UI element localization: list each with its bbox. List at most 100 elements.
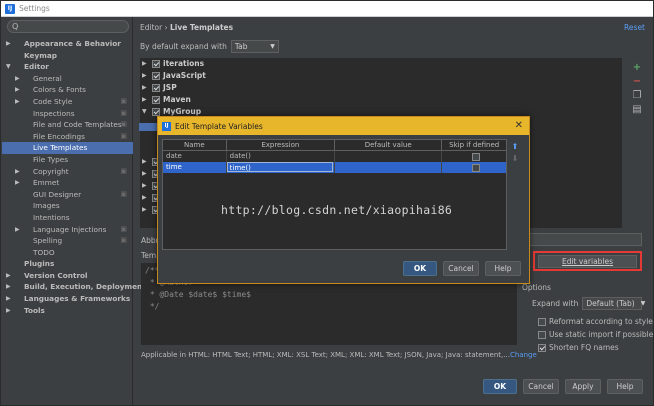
sidebar-item[interactable]: ▶ Appearance & Behavior (2, 38, 133, 50)
change-link[interactable]: Change (510, 351, 537, 359)
edit-variables-button[interactable]: Edit variables (538, 254, 637, 268)
reformat-checkbox[interactable] (538, 317, 546, 326)
group-enabled-checkbox[interactable] (152, 72, 160, 80)
skip-checkbox[interactable] (471, 152, 480, 161)
static-import-checkbox[interactable] (538, 330, 546, 339)
sidebar-item[interactable]: Inspections ▣ (2, 108, 133, 120)
restore-icon[interactable]: ▤ (630, 104, 644, 118)
sidebar-item[interactable]: ▶ Code Style ▣ (2, 96, 133, 108)
dialog-ok-button[interactable]: OK (403, 261, 437, 276)
table-row[interactable]: time time() (163, 162, 506, 173)
default-value-cell[interactable] (335, 151, 443, 162)
group-enabled-checkbox[interactable] (152, 108, 160, 116)
expression-input[interactable]: time() (226, 162, 333, 172)
chevron-right-icon[interactable]: ▶ (142, 192, 152, 204)
copy-icon[interactable]: ❐ (630, 90, 644, 104)
chevron-right-icon[interactable]: ▶ (142, 70, 152, 82)
sidebar-item[interactable]: Spelling ▣ (2, 235, 133, 247)
template-group-item[interactable]: ▶ iterations (140, 58, 622, 70)
expression-cell[interactable]: time() (226, 162, 335, 173)
chevron-right-icon[interactable]: ▶ (15, 73, 20, 85)
chevron-right-icon[interactable]: ▶ (142, 82, 152, 94)
skip-checkbox[interactable] (471, 163, 480, 172)
chevron-down-icon[interactable]: ▼ (6, 61, 11, 73)
chevron-right-icon[interactable]: ▶ (15, 177, 20, 189)
help-button[interactable]: Help (607, 379, 643, 394)
move-up-icon[interactable]: ⬆ (509, 142, 521, 151)
settings-window: IJ Settings Q ▶ Appearance & Behavior Keym… (0, 0, 654, 406)
sidebar-item[interactable]: Plugins (2, 258, 133, 270)
sidebar-item[interactable]: ▶ Colors & Fonts (2, 84, 133, 96)
project-config-icon: ▣ (120, 236, 127, 245)
table-row[interactable]: date date() (163, 151, 506, 162)
expression-cell[interactable]: date() (227, 151, 335, 162)
chevron-right-icon[interactable]: ▶ (142, 58, 152, 70)
column-header-name[interactable]: Name (163, 140, 227, 151)
chevron-right-icon[interactable]: ▶ (6, 305, 11, 317)
reset-link[interactable]: Reset (624, 23, 645, 32)
sidebar-item[interactable]: File Types (2, 154, 133, 166)
sidebar-item[interactable]: Intentions (2, 212, 133, 224)
sidebar-item[interactable]: ▶ Emmet (2, 177, 133, 189)
sidebar-item[interactable]: Images (2, 200, 133, 212)
sidebar-item[interactable]: ▶ Build, Execution, Deployment (2, 281, 146, 293)
chevron-right-icon[interactable]: ▶ (142, 156, 152, 168)
sidebar-item-label: Plugins (24, 259, 55, 269)
move-down-icon[interactable]: ⬇ (509, 154, 521, 163)
sidebar-item[interactable]: ▶ Tools (2, 305, 133, 317)
chevron-right-icon[interactable]: ▶ (6, 38, 11, 50)
group-enabled-checkbox[interactable] (152, 60, 160, 68)
chevron-right-icon[interactable]: ▶ (15, 224, 20, 236)
chevron-down-icon[interactable]: ▼ (142, 106, 152, 118)
project-config-icon: ▣ (120, 166, 127, 175)
sidebar-item[interactable]: File Encodings ▣ (2, 131, 133, 143)
cancel-button[interactable]: Cancel (523, 379, 559, 394)
variable-name-cell[interactable]: time (163, 162, 227, 173)
apply-button[interactable]: Apply (565, 379, 601, 394)
search-input[interactable]: Q (7, 20, 129, 33)
group-enabled-checkbox[interactable] (152, 84, 160, 92)
chevron-right-icon[interactable]: ▶ (15, 96, 20, 108)
sidebar-item[interactable]: ▶ Language Injections ▣ (2, 224, 133, 236)
options-expand-combo[interactable]: Default (Tab) ▼ (582, 297, 645, 310)
default-value-cell[interactable] (335, 162, 443, 173)
expand-combo[interactable]: Tab ▼ (230, 40, 279, 53)
sidebar-item[interactable]: Live Templates (2, 142, 133, 154)
plus-icon[interactable]: + (630, 62, 644, 76)
sidebar-item-label: TODO (33, 247, 55, 257)
variable-name-cell[interactable]: date (163, 151, 227, 162)
chevron-right-icon[interactable]: ▶ (142, 168, 152, 180)
sidebar-item[interactable]: ▶ Copyright ▣ (2, 166, 133, 178)
group-enabled-checkbox[interactable] (152, 96, 160, 104)
close-icon[interactable]: ✕ (515, 120, 523, 131)
chevron-right-icon[interactable]: ▶ (142, 180, 152, 192)
chevron-right-icon[interactable]: ▶ (15, 166, 20, 178)
chevron-right-icon[interactable]: ▶ (6, 281, 11, 293)
chevron-right-icon[interactable]: ▶ (142, 94, 152, 106)
column-header-expression[interactable]: Expression (226, 140, 335, 151)
sidebar-item[interactable]: ▶ General (2, 73, 133, 85)
column-header-skip[interactable]: Skip if defined (442, 140, 506, 151)
chevron-right-icon[interactable]: ▶ (6, 270, 11, 282)
sidebar-item[interactable]: ▼ Editor (2, 61, 133, 73)
sidebar-item[interactable]: File and Code Templates ▣ (2, 119, 133, 131)
chevron-right-icon[interactable]: ▶ (15, 84, 20, 96)
sidebar-item-label: Code Style (33, 96, 73, 106)
column-header-default[interactable]: Default value (335, 140, 443, 151)
template-group-item[interactable]: ▶ JSP (140, 82, 622, 94)
ok-button[interactable]: OK (483, 379, 517, 394)
template-group-item[interactable]: ▶ Maven (140, 94, 622, 106)
minus-icon[interactable]: − (630, 76, 644, 90)
chevron-right-icon[interactable]: ▶ (142, 204, 152, 216)
dialog-help-button[interactable]: Help (485, 261, 521, 276)
sidebar-item[interactable]: ▶ Version Control (2, 270, 133, 282)
sidebar-item[interactable]: TODO (2, 247, 133, 259)
chevron-right-icon[interactable]: ▶ (6, 293, 11, 305)
dialog-cancel-button[interactable]: Cancel (443, 261, 479, 276)
sidebar-item-label: Images (33, 201, 60, 211)
sidebar-item[interactable]: ▶ Languages & Frameworks (2, 293, 133, 305)
sidebar-item[interactable]: Keymap (2, 50, 133, 62)
template-group-item[interactable]: ▶ JavaScript (140, 70, 622, 82)
sidebar-item[interactable]: GUI Designer ▣ (2, 189, 133, 201)
shorten-fq-checkbox[interactable] (538, 343, 546, 352)
